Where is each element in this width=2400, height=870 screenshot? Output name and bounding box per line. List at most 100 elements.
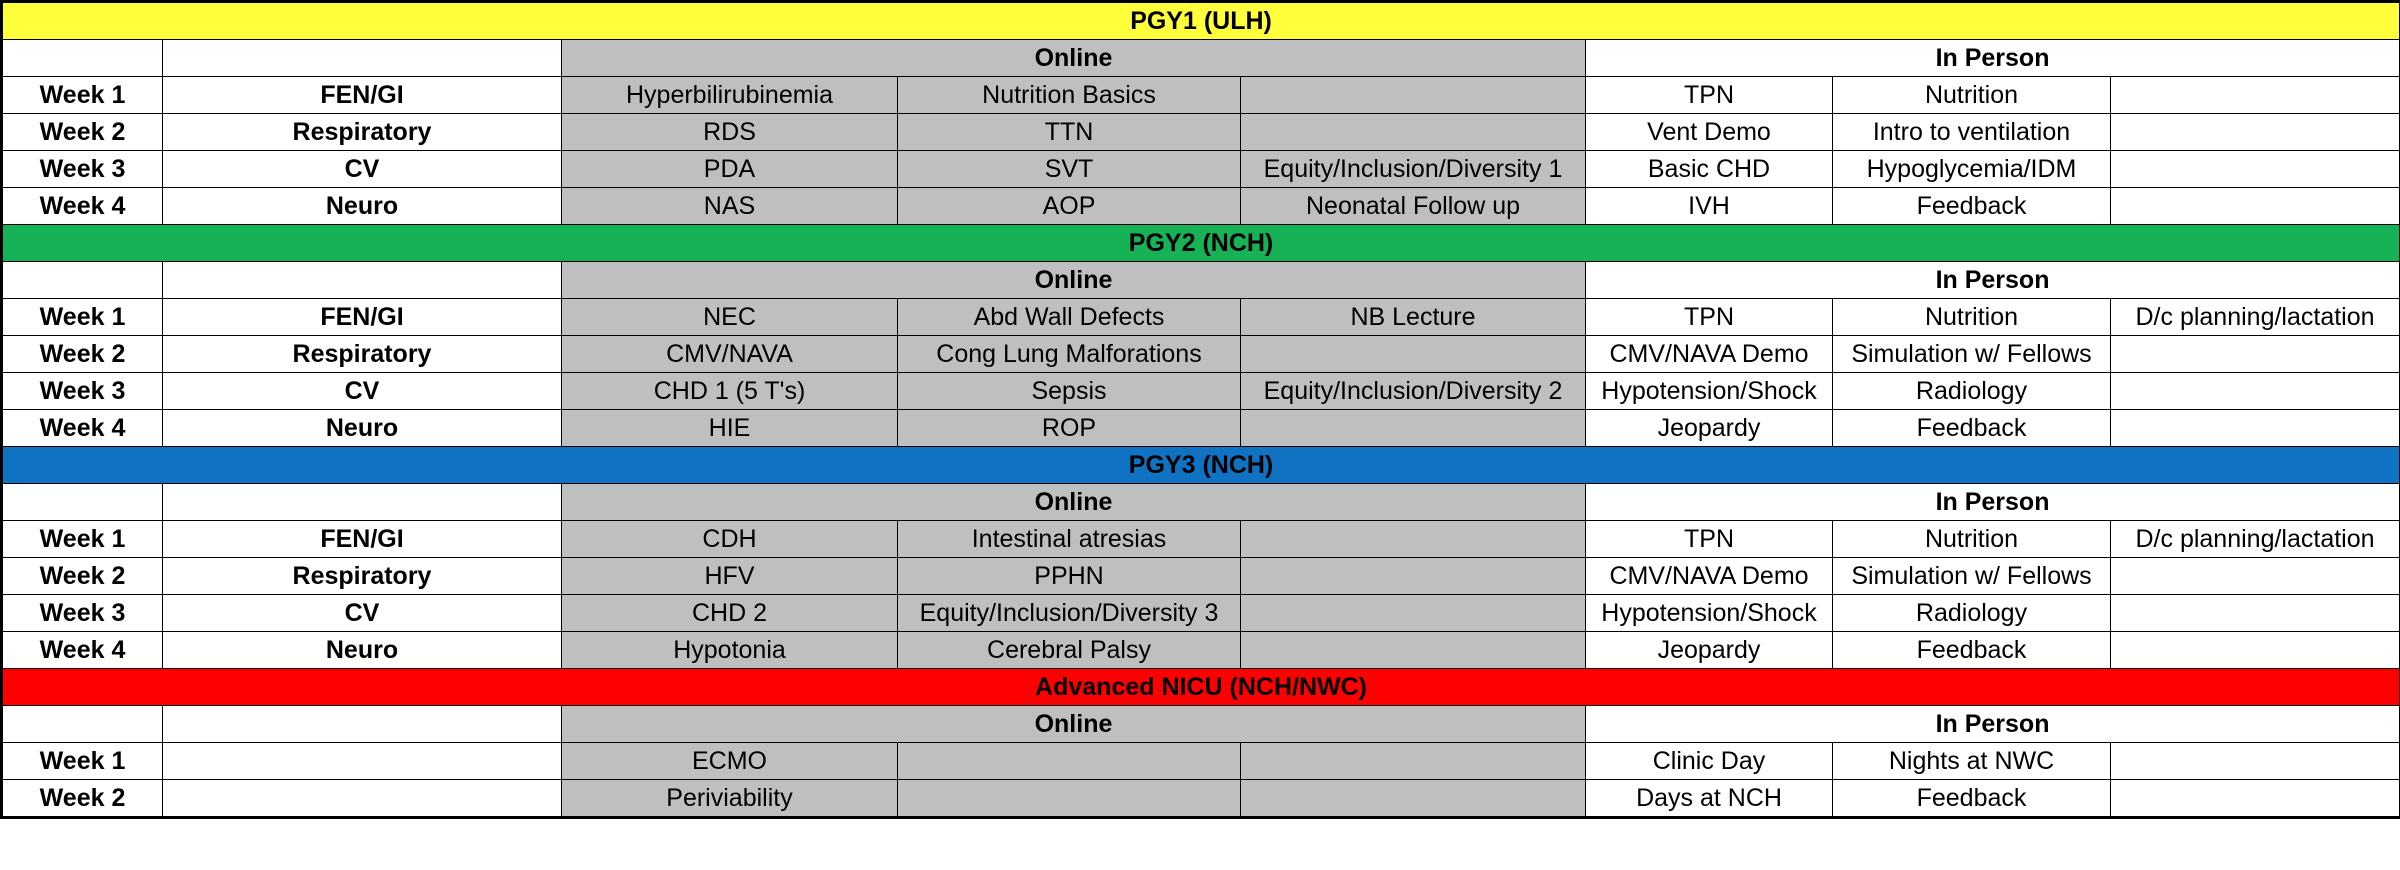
week-label: Week 2 <box>1 557 163 595</box>
advanced-nicu-title: Advanced NICU (NCH/NWC) <box>0 668 2400 706</box>
topic-label: Neuro <box>162 409 562 447</box>
in-person-header: In Person <box>1584 39 2400 77</box>
header-blank-cell <box>1 261 163 299</box>
curriculum-schedule-table: PGY1 (ULH) Online In Person Week 1 FEN/GI Hyp… <box>0 0 2400 819</box>
advanced-nicu-header-row: Online In Person <box>1 705 2400 743</box>
week-label: Week 1 <box>1 298 163 336</box>
in-person-session-cell: Nights at NWC <box>1832 742 2111 780</box>
pgy3-title: PGY3 (NCH) <box>0 446 2400 484</box>
online-session-cell: PDA <box>561 150 898 188</box>
table-row: Week 4 Neuro Hypotonia Cerebral Palsy Jeopar… <box>1 631 2400 669</box>
in-person-session-cell: Feedback <box>1832 409 2111 447</box>
in-person-session-cell: D/c planning/lactation <box>2109 298 2400 336</box>
online-session-cell: Hypotonia <box>561 631 898 669</box>
online-header: Online <box>561 39 1586 77</box>
in-person-session-cell: Nutrition <box>1832 298 2111 336</box>
header-blank-cell <box>162 483 562 521</box>
online-session-cell: CHD 1 (5 T's) <box>561 372 898 410</box>
table-row: Week 1 FEN/GI Hyperbilirubinemia Nutrition … <box>1 76 2400 114</box>
online-session-cell: HFV <box>561 557 898 595</box>
header-blank-cell <box>162 705 562 743</box>
online-session-cell: Intestinal atresias <box>897 520 1241 558</box>
online-session-cell <box>1240 113 1586 151</box>
online-session-cell <box>1240 76 1586 114</box>
online-session-cell <box>1240 779 1586 818</box>
online-session-cell: AOP <box>897 187 1241 225</box>
topic-label: Respiratory <box>162 557 562 595</box>
online-session-cell: NAS <box>561 187 898 225</box>
in-person-session-cell: Simulation w/ Fellows <box>1832 335 2111 373</box>
topic-label: FEN/GI <box>162 298 562 336</box>
online-session-cell: Nutrition Basics <box>897 76 1241 114</box>
online-session-cell: Sepsis <box>897 372 1241 410</box>
table-row: Week 1 FEN/GI NEC Abd Wall Defects NB Lectur… <box>1 298 2400 336</box>
online-header: Online <box>561 705 1586 743</box>
pgy2-title-band: PGY2 (NCH) <box>0 224 2400 262</box>
in-person-session-cell <box>2109 372 2400 410</box>
table-row: Week 3 CV PDA SVT Equity/Inclusion/Diversity… <box>1 150 2400 188</box>
in-person-session-cell <box>2109 76 2400 114</box>
topic-label: CV <box>162 594 562 632</box>
topic-label: Respiratory <box>162 113 562 151</box>
in-person-session-cell: Nutrition <box>1832 76 2111 114</box>
online-session-cell: NB Lecture <box>1240 298 1586 336</box>
in-person-session-cell: Days at NCH <box>1585 779 1833 818</box>
in-person-header: In Person <box>1584 705 2400 743</box>
table-row: Week 3 CV CHD 2 Equity/Inclusion/Diversity … <box>1 594 2400 632</box>
table-row: Week 4 Neuro NAS AOP Neonatal Follow up IVH Fe… <box>1 187 2400 225</box>
week-label: Week 2 <box>1 335 163 373</box>
in-person-session-cell: Feedback <box>1832 779 2111 818</box>
week-label: Week 3 <box>1 150 163 188</box>
in-person-session-cell: Hypoglycemia/IDM <box>1832 150 2111 188</box>
pgy3-header-row: Online In Person <box>1 483 2400 521</box>
online-session-cell: RDS <box>561 113 898 151</box>
in-person-session-cell: CMV/NAVA Demo <box>1585 557 1833 595</box>
table-row: Week 1 FEN/GI CDH Intestinal atresias TPN Nut… <box>1 520 2400 558</box>
online-session-cell <box>1240 335 1586 373</box>
online-session-cell: SVT <box>897 150 1241 188</box>
topic-label: FEN/GI <box>162 520 562 558</box>
in-person-session-cell <box>2109 779 2400 818</box>
advanced-nicu-title-band: Advanced NICU (NCH/NWC) <box>0 668 2400 706</box>
header-blank-cell <box>1 39 163 77</box>
week-label: Week 2 <box>1 779 163 818</box>
topic-label: FEN/GI <box>162 76 562 114</box>
in-person-session-cell: D/c planning/lactation <box>2109 520 2400 558</box>
in-person-session-cell: Radiology <box>1832 594 2111 632</box>
in-person-session-cell: TPN <box>1585 520 1833 558</box>
online-session-cell <box>1240 557 1586 595</box>
table-row: Week 2 Respiratory CMV/NAVA Cong Lung Malfo… <box>1 335 2400 373</box>
table-row: Week 2 Periviability Days at NCH Feedback <box>1 779 2400 818</box>
online-session-cell: Equity/Inclusion/Diversity 1 <box>1240 150 1586 188</box>
week-label: Week 4 <box>1 187 163 225</box>
online-session-cell: TTN <box>897 113 1241 151</box>
online-session-cell: CDH <box>561 520 898 558</box>
in-person-session-cell: Hypotension/Shock <box>1585 372 1833 410</box>
in-person-session-cell <box>2109 335 2400 373</box>
table-row: Week 4 Neuro HIE ROP Jeopardy Feedback <box>1 409 2400 447</box>
pgy1-title: PGY1 (ULH) <box>0 1 2400 40</box>
online-session-cell <box>1240 409 1586 447</box>
in-person-header: In Person <box>1584 261 2400 299</box>
pgy1-header-row: Online In Person <box>1 39 2400 77</box>
in-person-session-cell <box>2109 742 2400 780</box>
table-row: Week 2 Respiratory RDS TTN Vent Demo Intro to… <box>1 113 2400 151</box>
in-person-session-cell: Radiology <box>1832 372 2111 410</box>
in-person-session-cell: Hypotension/Shock <box>1585 594 1833 632</box>
online-session-cell: ROP <box>897 409 1241 447</box>
week-label: Week 3 <box>1 372 163 410</box>
in-person-session-cell: CMV/NAVA Demo <box>1585 335 1833 373</box>
online-session-cell: Neonatal Follow up <box>1240 187 1586 225</box>
topic-label: CV <box>162 150 562 188</box>
online-session-cell: Cong Lung Malforations <box>897 335 1241 373</box>
in-person-session-cell: IVH <box>1585 187 1833 225</box>
table-row: Week 2 Respiratory HFV PPHN CMV/NAVA Demo Sim… <box>1 557 2400 595</box>
in-person-session-cell: Basic CHD <box>1585 150 1833 188</box>
in-person-session-cell <box>2109 150 2400 188</box>
table-row: Week 1 ECMO Clinic Day Nights at NWC <box>1 742 2400 780</box>
header-blank-cell <box>162 39 562 77</box>
online-session-cell: Cerebral Palsy <box>897 631 1241 669</box>
in-person-header: In Person <box>1584 483 2400 521</box>
online-session-cell <box>1240 631 1586 669</box>
online-session-cell: Hyperbilirubinemia <box>561 76 898 114</box>
